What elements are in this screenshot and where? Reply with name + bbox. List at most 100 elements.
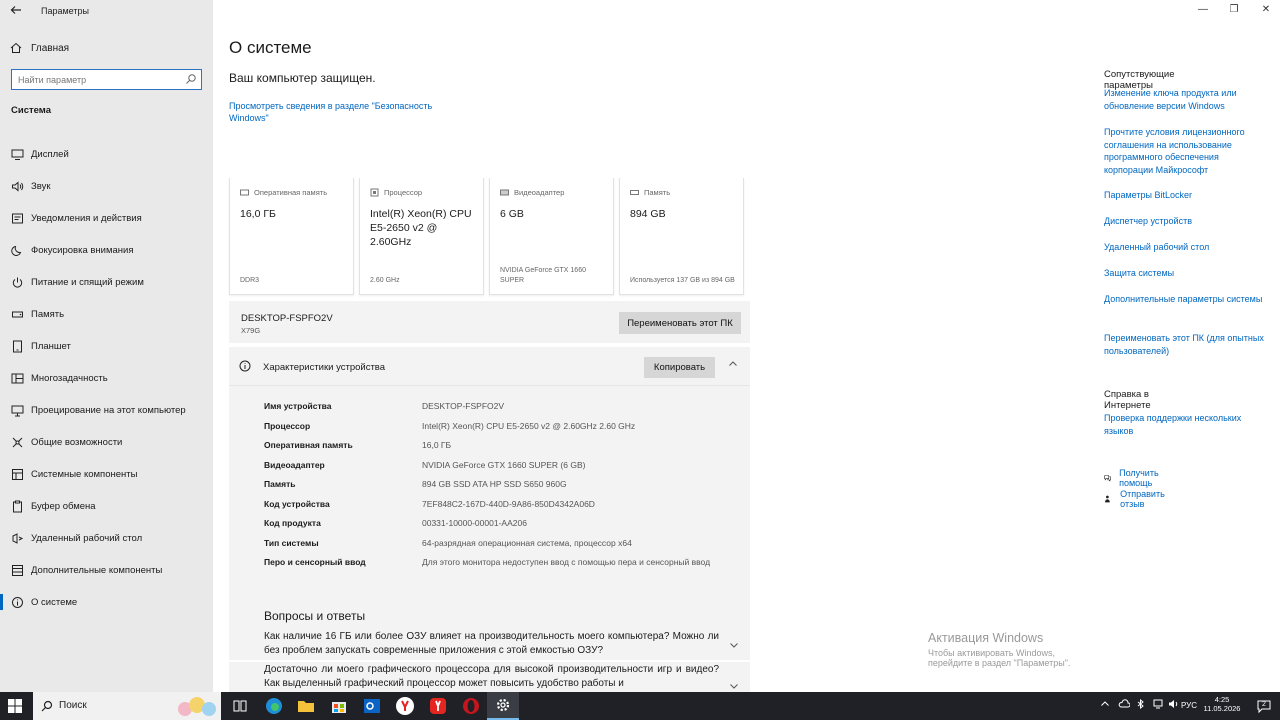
get-help-link[interactable]: Получить помощь (1104, 468, 1164, 488)
store-icon[interactable] (329, 696, 349, 716)
yandex-icon[interactable] (395, 696, 415, 716)
projecting-icon (10, 403, 24, 417)
back-button[interactable] (6, 2, 26, 20)
sidebar-home[interactable]: Главная (10, 42, 69, 54)
main-content: О системе Ваш компьютер защищен. Просмот… (213, 0, 1264, 692)
minimize-button[interactable]: — (1193, 3, 1213, 17)
sidebar-home-label: Главная (31, 42, 70, 54)
remote-desktop-icon (10, 531, 24, 545)
close-button[interactable]: ✕ (1256, 3, 1276, 17)
restore-button[interactable]: ❐ (1224, 3, 1244, 17)
pc-name-box: DESKTOP-FSPFO2V X79G Переименовать этот … (229, 301, 750, 343)
sidebar-item-display[interactable]: Дисплей (0, 138, 213, 170)
chevron-up-icon[interactable] (728, 359, 738, 369)
sidebar-item-about[interactable]: О системе (0, 586, 213, 618)
related-link[interactable]: Диспетчер устройств (1104, 215, 1264, 228)
home-icon (10, 42, 22, 53)
feedback-link[interactable]: Отправить отзыв (1104, 489, 1169, 509)
activation-text: Чтобы активировать Windows, перейдите в … (928, 648, 1071, 668)
sidebar-item-remote-desktop[interactable]: Удаленный рабочий стол (0, 522, 213, 554)
related-link[interactable]: Прочтите условия лицензионного соглашени… (1104, 126, 1264, 176)
language-indicator[interactable]: РУС (1181, 701, 1197, 710)
sidebar-item-multitasking[interactable]: Многозадачность (0, 362, 213, 394)
device-specs-header[interactable]: Характеристики устройства Копировать (229, 347, 750, 386)
search-icon (41, 700, 53, 712)
outlook-icon[interactable] (362, 696, 382, 716)
settings-window: Параметры Главная Система Дисплей Звук У… (0, 0, 1280, 692)
ram-card: Оперативная память 16,0 ГБ DDR3 (229, 178, 354, 295)
spec-key: Код устройства (264, 498, 330, 509)
cpu-icon (370, 188, 379, 197)
spec-rows: Имя устройства DESKTOP-FSPFO2V Процессор I… (264, 401, 744, 577)
volume-icon[interactable] (1168, 699, 1180, 709)
related-link[interactable]: Переименовать этот ПК (для опытных польз… (1104, 332, 1264, 357)
sidebar-item-sound[interactable]: Звук (0, 170, 213, 202)
pc-name: DESKTOP-FSPFO2V (241, 313, 333, 324)
related-link[interactable]: Параметры BitLocker (1104, 189, 1264, 202)
activation-title: Активация Windows (928, 631, 1044, 645)
sidebar-item-label: О системе (31, 596, 78, 608)
protection-status: Ваш компьютер защищен. (229, 71, 376, 85)
copy-button[interactable]: Копировать (644, 357, 715, 378)
sidebar-item-shared-experiences[interactable]: Общие возможности (0, 426, 213, 458)
faq-question[interactable]: Достаточно ли моего графического процесс… (264, 663, 719, 691)
edge-browser-icon[interactable] (264, 696, 284, 716)
cloud-icon[interactable] (1118, 699, 1130, 709)
bluetooth-icon[interactable] (1136, 699, 1146, 709)
activation-watermark: Активация Windows Чтобы активировать Win… (928, 631, 1083, 668)
search-icon[interactable] (185, 73, 197, 85)
taskbar-settings-app[interactable] (487, 692, 519, 720)
search-highlight-art-icon (178, 697, 216, 716)
sidebar-item-clipboard[interactable]: Буфер обмена (0, 490, 213, 522)
divider (229, 660, 750, 662)
sidebar-item-notifications[interactable]: Уведомления и действия (0, 202, 213, 234)
taskbar-search[interactable]: Поиск (33, 692, 221, 720)
spec-key: Оперативная память (264, 440, 353, 450)
taskbar-clock[interactable]: 4:25 11.05.2026 (1202, 695, 1242, 713)
spec-value: 00331-10000-00001-AA206 (422, 518, 527, 528)
sidebar-item-label: Дополнительные компоненты (31, 564, 163, 576)
chevron-up-icon[interactable] (1100, 699, 1110, 709)
spec-row: Имя устройства DESKTOP-FSPFO2V (264, 401, 744, 421)
faq-question[interactable]: Как наличие 16 ГБ или более ОЗУ влияет н… (264, 630, 719, 658)
card-subtext: DDR3 (240, 277, 260, 284)
device-specs-title: Характеристики устройства (263, 362, 386, 373)
related-link[interactable]: Защита системы (1104, 267, 1264, 280)
security-link[interactable]: Просмотреть сведения в разделе "Безопасн… (229, 100, 469, 124)
related-link[interactable]: Удаленный рабочий стол (1104, 241, 1264, 254)
search-input[interactable] (12, 70, 180, 90)
spec-key: Код продукта (264, 518, 321, 528)
card-value: 6 GB (500, 208, 524, 220)
sidebar-item-system-components[interactable]: Системные компоненты (0, 458, 213, 490)
network-icon[interactable] (1152, 699, 1164, 709)
task-view-icon[interactable] (230, 696, 250, 716)
related-link[interactable]: Дополнительные параметры системы (1104, 293, 1264, 306)
related-link[interactable]: Изменение ключа продукта или обновление … (1104, 87, 1264, 112)
chevron-down-icon[interactable] (729, 640, 739, 650)
pc-model: X79G (241, 326, 261, 335)
opera-icon[interactable] (461, 696, 481, 716)
file-explorer-icon[interactable] (296, 696, 316, 716)
taskbar-search-label: Поиск (59, 700, 87, 711)
gear-icon (496, 698, 510, 712)
tablet-icon (10, 339, 24, 353)
sidebar-item-label: Планшет (31, 340, 71, 352)
rename-pc-button[interactable]: Переименовать этот ПК (619, 312, 741, 334)
sidebar-item-tablet[interactable]: Планшет (0, 330, 213, 362)
card-header: Память (630, 188, 670, 197)
spec-value: 7EF848C2-167D-440D-9A86-850D4342A06D (422, 498, 595, 509)
sidebar-item-projecting[interactable]: Проецирование на этот компьютер (0, 394, 213, 426)
spec-row: Код продукта 00331-10000-00001-AA206 (264, 518, 744, 538)
info-icon (239, 360, 251, 372)
sidebar-item-optional-features[interactable]: Дополнительные компоненты (0, 554, 213, 586)
notification-center-button[interactable]: 2 (1256, 698, 1272, 714)
sidebar-item-storage[interactable]: Память (0, 298, 213, 330)
notifications-icon (10, 211, 24, 225)
sidebar-item-power[interactable]: Питание и спящий режим (0, 266, 213, 298)
sidebar-item-focus[interactable]: Фокусировка внимания (0, 234, 213, 266)
chevron-down-icon[interactable] (729, 681, 739, 691)
sound-icon (10, 179, 24, 193)
help-link[interactable]: Проверка поддержки нескольких языков (1104, 412, 1264, 437)
windows-start-icon[interactable] (8, 699, 22, 713)
yandex-browser-icon[interactable] (428, 696, 448, 716)
